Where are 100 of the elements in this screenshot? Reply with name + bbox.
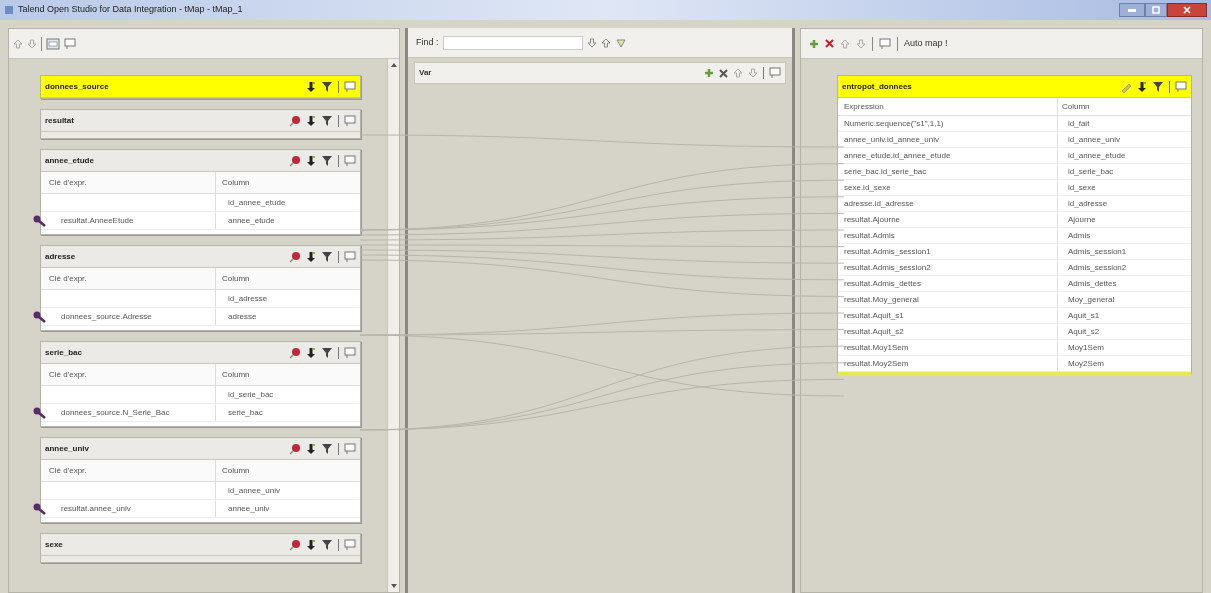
down-arrow-icon[interactable] [586,37,597,48]
minimize-table-icon[interactable] [344,114,356,127]
table-name: resultat [45,114,74,127]
minimize-table-icon[interactable] [344,442,356,455]
up-arrow-icon[interactable] [840,38,850,49]
down-arrow-icon[interactable] [856,38,866,49]
column-header: Column [221,464,251,477]
close-icon [1183,6,1191,14]
table-cell: id_adresse [1068,197,1108,210]
add-icon[interactable] [704,68,714,78]
arrow-down-icon[interactable] [306,154,316,167]
table-cell-text: resultat.AnneeEtude [60,214,134,227]
table-cell: id_fait [1068,117,1090,130]
maximize-icon [1152,6,1160,14]
table-cell: annee_etude [228,214,275,227]
table-cell-text: donnees_source.Adresse [60,310,152,323]
table-cell: adresse.id_adresse [844,197,914,210]
up-arrow-icon[interactable] [733,68,743,78]
table-cell: Admis_session1 [1068,245,1127,258]
column-header: Column [221,368,251,381]
table-cell: resultat.Moy_general [844,293,919,306]
find-label: Find : [416,35,439,49]
column-header: Clé d'expr. [41,364,216,385]
table-cell: resultat.Moy2Sem [844,357,909,370]
table-name: adresse [45,250,76,263]
table-cell: resultat.Ajourne [844,213,901,226]
minimize-button[interactable] [1119,3,1145,17]
add-icon[interactable] [809,38,819,49]
table-cell: adresse [228,310,257,323]
minimize-table-icon[interactable] [344,538,356,551]
table-cell: resultat.Admis_session1 [844,245,931,258]
minimize-table-icon[interactable] [344,346,356,359]
table-name: annee_etude [45,154,94,167]
maximize-button[interactable] [1145,3,1167,17]
window-icon[interactable] [46,37,60,50]
arrow-down-icon[interactable] [306,442,316,455]
arrow-down-icon[interactable] [306,114,316,127]
arrow-down-icon[interactable] [306,250,316,263]
minimize-table-icon[interactable] [769,67,781,79]
up-arrow-icon[interactable] [600,37,611,48]
table-cell: Admis_session2 [1068,261,1127,274]
table-cell: annee_etude.id_annee_etude [844,149,951,162]
minimize-table-icon[interactable] [344,80,356,93]
highlight-icon[interactable] [614,37,627,48]
table-cell: sexe.id_sexe [844,181,891,194]
minimize-table-icon[interactable] [344,250,356,263]
var-table-title: Var [419,67,432,79]
table-cell: Ajourne [1068,213,1096,226]
scroll-up-icon[interactable] [390,63,397,67]
table-cell: annee_univ.id_annee_univ [844,133,940,146]
delete-icon[interactable] [825,39,834,48]
column-header: Column [221,272,251,285]
table-cell: id_annee_etude [1068,149,1126,162]
minimize-table-icon[interactable] [1175,80,1187,93]
table-cell: serie_bac [228,406,263,419]
table-cell: Numeric.sequence("s1",1,1) [844,117,944,130]
table-cell: Aquit_s1 [1068,309,1100,322]
table-cell: Moy1Sem [1068,341,1104,354]
table-cell: serie_bac.id_serie_bac [844,165,927,178]
down-arrow-icon[interactable] [748,68,758,78]
table-cell-text: resultat.annee_univ [60,502,131,515]
delete-icon[interactable] [719,68,728,78]
up-arrow-icon[interactable] [13,38,23,49]
column-header: Column [1061,100,1091,113]
close-button[interactable] [1167,3,1207,17]
down-arrow-icon[interactable] [27,38,37,49]
window-title: Talend Open Studio for Data Integration - tMap - tMap_1 [18,3,243,17]
table-cell: id_serie_bac [1068,165,1114,178]
table-name: sexe [45,538,63,551]
app-icon [4,5,14,15]
table-cell: resultat.Admis_dettes [844,277,921,290]
arrow-down-icon[interactable] [306,80,316,93]
column-header: Expression [838,98,1058,115]
column-header: Clé d'expr. [41,172,216,193]
table-cell: id_serie_bac [228,388,274,401]
table-name: donnees_source [45,80,109,93]
table-name: serie_bac [45,346,82,359]
column-header: Clé d'expr. [41,268,216,289]
scroll-down-icon[interactable] [390,584,397,588]
column-header: Column [221,176,251,189]
table-cell: id_adresse [228,292,268,305]
table-cell: id_sexe [1068,181,1096,194]
table-cell: id_annee_etude [228,196,286,209]
minimize-table-icon[interactable] [64,37,76,50]
scrollbar[interactable] [387,59,399,592]
arrow-down-icon[interactable] [1137,80,1147,93]
arrow-down-icon[interactable] [306,346,316,359]
table-cell: Admis_dettes [1068,277,1117,290]
table-name: entropot_donnees [842,80,912,93]
minimize-table-icon[interactable] [879,37,891,50]
table-cell: resultat.Aquit_s1 [844,309,904,322]
auto-map-button[interactable]: Auto map ! [904,36,948,51]
table-cell: Moy2Sem [1068,357,1104,370]
table-cell: resultat.Moy1Sem [844,341,909,354]
arrow-down-icon[interactable] [306,538,316,551]
find-field[interactable] [442,35,583,50]
table-name: annee_univ [45,442,89,455]
table-cell: resultat.Admis [844,229,895,242]
minimize-table-icon[interactable] [344,154,356,167]
column-header: Clé d'expr. [41,460,216,481]
